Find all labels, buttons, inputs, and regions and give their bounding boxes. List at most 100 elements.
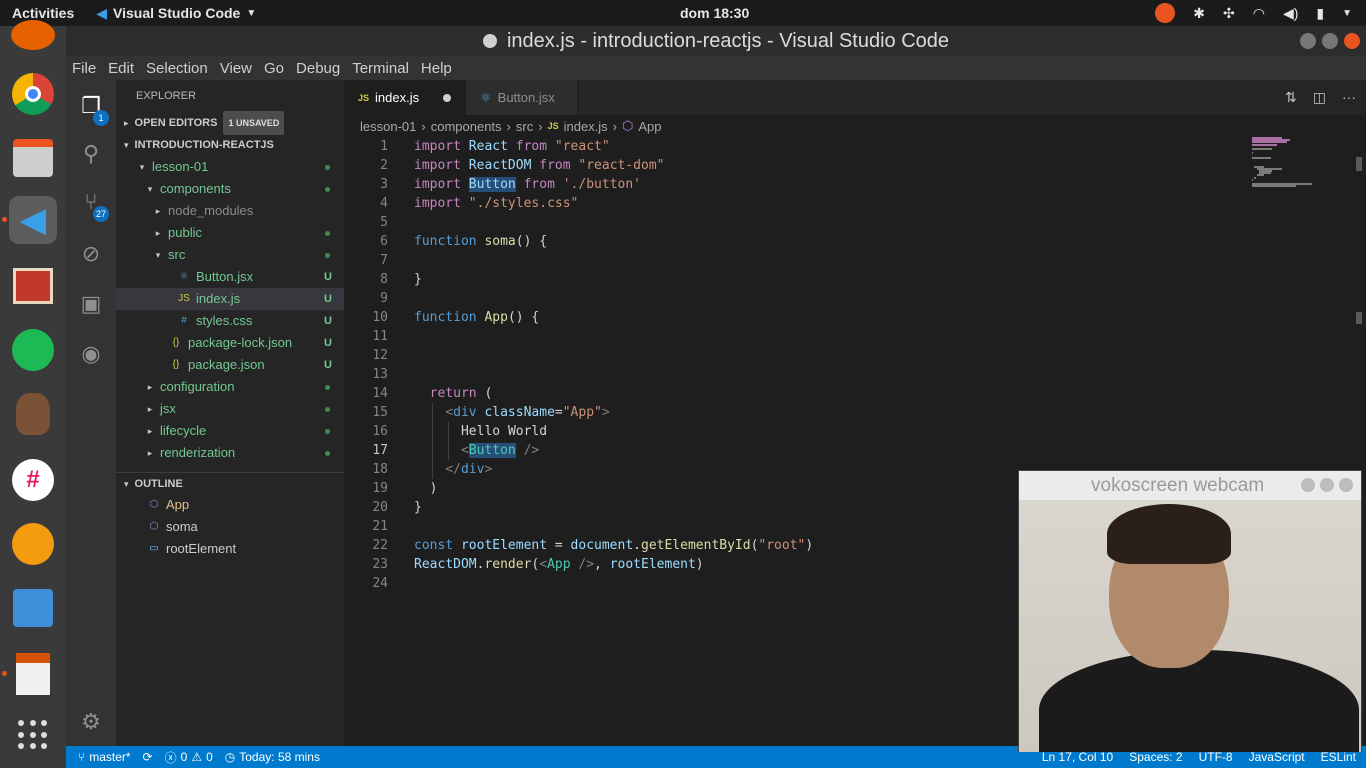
chevron-down-icon[interactable]: ▼ xyxy=(1342,8,1352,19)
dbeaver-icon[interactable] xyxy=(9,390,57,438)
problems-indicator[interactable]: ⓧ 0 ⚠ 0 xyxy=(165,749,213,766)
menu-debug[interactable]: Debug xyxy=(296,60,340,77)
tab-index-js[interactable]: JS index.js xyxy=(344,80,466,115)
tree-item[interactable]: {} package-lock.json U xyxy=(116,332,344,354)
minimize-button[interactable] xyxy=(1300,33,1316,49)
app-menu[interactable]: ◀ Visual Studio Code ▼ xyxy=(96,5,256,22)
vscode-dock-icon[interactable]: ◀ xyxy=(2,196,57,244)
code-line[interactable]: 3 import Button from './button' xyxy=(344,175,1254,194)
menu-view[interactable]: View xyxy=(220,60,252,77)
explorer-icon[interactable]: ❐ 1 xyxy=(79,93,109,126)
wifi-icon[interactable]: ◠ xyxy=(1253,5,1265,22)
tab-button-jsx[interactable]: ⚛ Button.jsx xyxy=(466,80,578,115)
open-editors-section[interactable]: ▸ OPEN EDITORS 1 UNSAVED xyxy=(116,111,344,135)
tree-item[interactable]: ▾ src xyxy=(116,244,344,266)
wakatime-indicator[interactable]: ◷ Today: 58 mins xyxy=(225,750,320,764)
network-icon[interactable]: ✣ xyxy=(1223,5,1235,22)
cursor-position[interactable]: Ln 17, Col 10 xyxy=(1042,750,1113,764)
clock[interactable]: dom 18:30 xyxy=(680,5,749,21)
extensions-icon[interactable]: ▣ xyxy=(79,291,103,316)
tree-item[interactable]: ▸ configuration xyxy=(116,376,344,398)
code-line[interactable]: 7 xyxy=(344,251,1254,270)
menu-edit[interactable]: Edit xyxy=(108,60,134,77)
color-picker-icon[interactable] xyxy=(9,520,57,568)
code-line[interactable]: 16 Hello World xyxy=(344,422,1254,441)
workspace-icon[interactable] xyxy=(9,262,57,310)
slack-icon[interactable]: # xyxy=(9,456,57,504)
spotify-icon[interactable] xyxy=(9,326,57,374)
tree-item[interactable]: JS index.js U xyxy=(116,288,344,310)
code-line[interactable]: 8} xyxy=(344,270,1254,289)
open-changes-icon[interactable]: ⇅ xyxy=(1285,89,1297,106)
code-line[interactable]: 17 <Button /> xyxy=(344,441,1254,460)
encoding[interactable]: UTF-8 xyxy=(1199,750,1233,764)
outline-item[interactable]: ⬡ soma xyxy=(116,516,344,538)
code-line[interactable]: 12 xyxy=(344,346,1254,365)
breadcrumb-item[interactable]: lesson-01 xyxy=(360,119,416,134)
battery-icon[interactable]: ▮ xyxy=(1316,5,1324,22)
breadcrumb-item[interactable]: src xyxy=(516,119,533,134)
minimize-button[interactable] xyxy=(1301,478,1315,492)
search-icon[interactable]: ⚲ xyxy=(79,141,103,166)
project-section[interactable]: ▾ INTRODUCTION-REACTJS xyxy=(116,134,344,156)
firefox-icon[interactable] xyxy=(11,20,55,50)
tree-item[interactable]: # styles.css U xyxy=(116,310,344,332)
maximize-button[interactable] xyxy=(1320,478,1334,492)
record-icon[interactable] xyxy=(1155,3,1176,23)
code-line[interactable]: 6 function soma() { xyxy=(344,232,1254,251)
breadcrumb-item[interactable]: components xyxy=(431,119,502,134)
close-button[interactable] xyxy=(1344,33,1360,49)
bluetooth-icon[interactable]: ✱ xyxy=(1193,5,1205,22)
breadcrumb-item[interactable]: index.js xyxy=(564,119,608,134)
code-line[interactable]: 11 xyxy=(344,327,1254,346)
tree-item[interactable]: ▸ jsx xyxy=(116,398,344,420)
tree-item[interactable]: ▾ components xyxy=(116,178,344,200)
code-line[interactable]: 15 <div className="App"> xyxy=(344,403,1254,422)
sync-icon[interactable]: ⟳ xyxy=(143,750,153,764)
menu-file[interactable]: File xyxy=(72,60,96,77)
chrome-icon[interactable] xyxy=(9,70,57,118)
code-line[interactable]: 14 return ( xyxy=(344,384,1254,403)
tree-item[interactable]: ▸ node_modules xyxy=(116,200,344,222)
outline-section[interactable]: ▾ OUTLINE xyxy=(116,472,344,494)
show-applications-icon[interactable] xyxy=(18,720,48,750)
eslint-status[interactable]: ESLint xyxy=(1321,750,1356,764)
code-line[interactable]: 10 function App() { xyxy=(344,308,1254,327)
close-button[interactable] xyxy=(1339,478,1353,492)
source-control-icon[interactable]: ⑂ 27 xyxy=(79,189,109,222)
breadcrumb-item[interactable]: App xyxy=(638,119,661,134)
tree-item[interactable]: ▸ public xyxy=(116,222,344,244)
tree-item[interactable]: ▾ lesson-01 xyxy=(116,156,344,178)
language-mode[interactable]: JavaScript xyxy=(1249,750,1305,764)
menu-selection[interactable]: Selection xyxy=(146,60,208,77)
more-actions-icon[interactable]: ··· xyxy=(1342,89,1356,106)
menu-help[interactable]: Help xyxy=(421,60,452,77)
code-line[interactable]: 2 import ReactDOM from "react-dom" xyxy=(344,156,1254,175)
code-line[interactable]: 13 xyxy=(344,365,1254,384)
branch-indicator[interactable]: ⑂ master* xyxy=(78,750,131,764)
code-line[interactable]: 5 xyxy=(344,213,1254,232)
debug-icon[interactable]: ⊘ xyxy=(79,241,103,266)
split-editor-icon[interactable]: ◫ xyxy=(1313,89,1326,106)
code-line[interactable]: 4 import "./styles.css" xyxy=(344,194,1254,213)
outline-item[interactable]: ▭ rootElement xyxy=(116,538,344,560)
gitlens-icon[interactable]: ◉ xyxy=(79,341,103,366)
minimap[interactable] xyxy=(1252,137,1352,217)
outline-item[interactable]: ⬡ App xyxy=(116,494,344,516)
files-icon[interactable] xyxy=(9,134,57,182)
impress-icon[interactable] xyxy=(2,650,57,698)
activities-button[interactable]: Activities xyxy=(0,5,86,21)
unsaved-dot-icon[interactable] xyxy=(443,93,451,102)
manage-gear-icon[interactable]: ⚙ xyxy=(79,709,103,734)
volume-icon[interactable]: ◀) xyxy=(1283,5,1298,22)
tree-item[interactable]: ▸ renderization xyxy=(116,442,344,464)
code-line[interactable]: 9 xyxy=(344,289,1254,308)
code-line[interactable]: 1 import React from "react" xyxy=(344,137,1254,156)
indentation[interactable]: Spaces: 2 xyxy=(1129,750,1182,764)
tree-item[interactable]: ▸ lifecycle xyxy=(116,420,344,442)
menu-go[interactable]: Go xyxy=(264,60,284,77)
scrollbar-thumb[interactable] xyxy=(1356,157,1362,171)
settings-app-icon[interactable] xyxy=(9,584,57,632)
tree-item[interactable]: ⚛ Button.jsx U xyxy=(116,266,344,288)
menu-terminal[interactable]: Terminal xyxy=(352,60,409,77)
